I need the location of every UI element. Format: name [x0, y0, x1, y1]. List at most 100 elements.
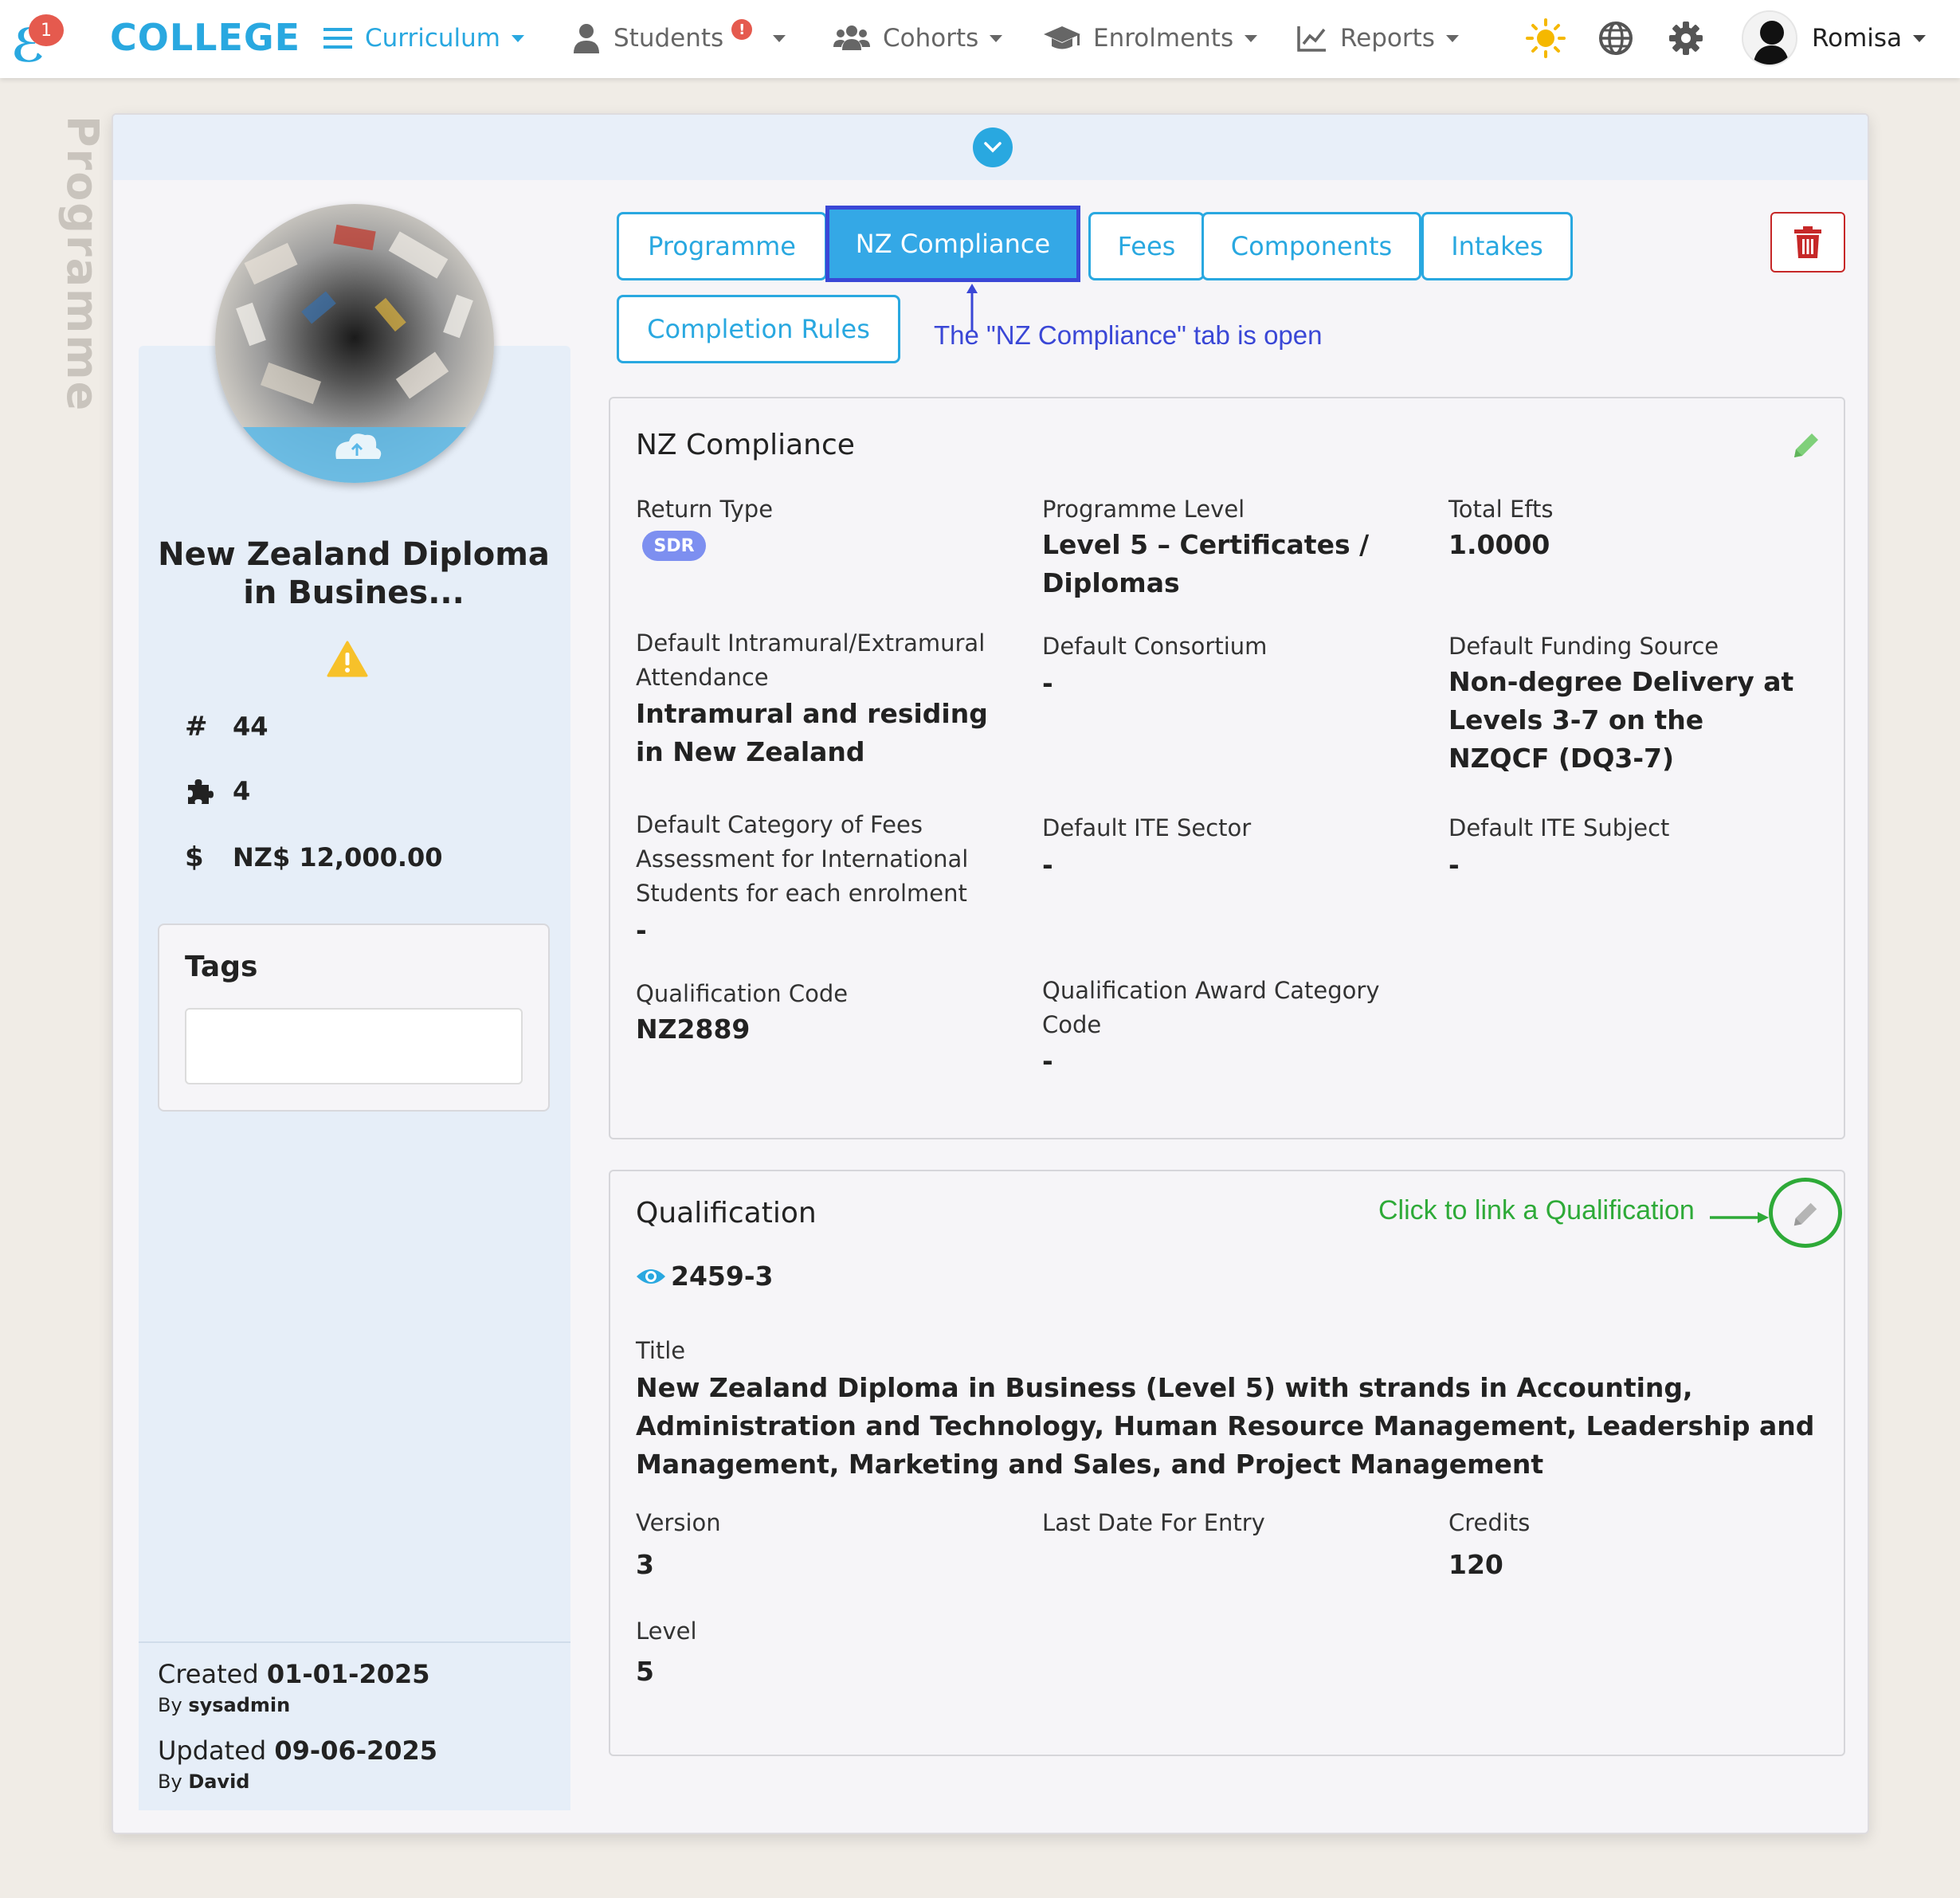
- top-navigation-bar: ℰ 1 COLLEGE Curriculum Students ! Cohort…: [0, 0, 1960, 78]
- nav-reports-label: Reports: [1340, 24, 1435, 53]
- tab-intakes[interactable]: Intakes: [1421, 212, 1573, 280]
- tab-fees[interactable]: Fees: [1088, 212, 1205, 280]
- dollar-icon: $: [185, 841, 204, 873]
- components-stat: 4: [185, 776, 250, 806]
- qualification-panel: Qualification 2459-3 Title New Zealand D…: [609, 1170, 1845, 1756]
- version-value: 3: [636, 1549, 654, 1580]
- nav-cohorts[interactable]: Cohorts: [833, 18, 1003, 59]
- user-icon: [572, 23, 601, 53]
- trash-icon: [1794, 226, 1821, 258]
- annotation-highlight-circle: [1769, 1178, 1842, 1248]
- avatar: [1742, 10, 1797, 66]
- puzzle-piece-icon: [185, 777, 217, 806]
- chevron-down-icon: [1445, 34, 1459, 42]
- fee-stat: $ NZ$ 12,000.00: [185, 841, 443, 873]
- consortium-label: Default Consortium: [1042, 633, 1268, 660]
- edit-pencil-icon[interactable]: [1791, 430, 1821, 464]
- chevron-down-icon: [1245, 34, 1258, 42]
- user-name: Romisa: [1812, 24, 1903, 53]
- award-category-value: -: [1042, 1045, 1053, 1076]
- tab-components[interactable]: Components: [1201, 212, 1421, 280]
- version-label: Version: [636, 1509, 721, 1536]
- ite-sector-value: -: [1042, 849, 1053, 880]
- menu-lines-icon: [323, 26, 352, 50]
- qualification-title-label: Title: [636, 1337, 686, 1364]
- updated-line: Updated 09-06-2025: [158, 1735, 438, 1766]
- ite-subject-value: -: [1448, 849, 1460, 880]
- delete-button[interactable]: [1770, 212, 1845, 273]
- nav-students[interactable]: Students !: [572, 18, 786, 59]
- qualification-code-value: NZ2889: [636, 1014, 751, 1045]
- components-value: 4: [233, 776, 251, 806]
- side-section-label: Programme: [57, 116, 108, 413]
- globe-icon[interactable]: [1595, 18, 1637, 59]
- qualification-code: 2459-3: [671, 1261, 774, 1292]
- annotation-link-qualification: Click to link a Qualification: [1378, 1195, 1695, 1225]
- qualification-full-title: New Zealand Diploma in Business (Level 5…: [636, 1372, 1815, 1480]
- funding-source-label: Default Funding Source: [1448, 633, 1719, 660]
- nav-cohorts-label: Cohorts: [883, 24, 979, 53]
- nz-compliance-title: NZ Compliance: [636, 429, 855, 461]
- eye-icon: [637, 1269, 665, 1284]
- fees-category-label: Default Category of Fees Assessment for …: [636, 811, 969, 907]
- notification-badge: 1: [29, 14, 64, 46]
- programme-id-stat: # 44: [185, 711, 269, 743]
- nav-curriculum-label: Curriculum: [365, 24, 501, 53]
- fees-category-value: -: [636, 915, 647, 946]
- programme-title: New Zealand Diploma in Busines...: [158, 536, 550, 611]
- user-menu[interactable]: Romisa: [1742, 10, 1927, 67]
- chevron-down-icon: [773, 34, 786, 42]
- annotation-arrow-right-icon: [1710, 1212, 1769, 1223]
- chart-line-icon: [1297, 25, 1327, 52]
- total-efts-label: Total Efts: [1448, 496, 1554, 523]
- tab-nz-compliance[interactable]: NZ Compliance: [825, 206, 1080, 282]
- theme-toggle-sun-icon[interactable]: [1525, 18, 1566, 59]
- nav-students-label: Students: [613, 24, 724, 53]
- total-efts-value: 1.0000: [1448, 529, 1550, 560]
- created-by-line: By sysadmin: [158, 1694, 291, 1716]
- credits-value: 120: [1448, 1549, 1503, 1580]
- gear-icon[interactable]: [1665, 18, 1707, 59]
- annotation-tab-open: The "NZ Compliance" tab is open: [934, 320, 1323, 350]
- nav-enrolments-label: Enrolments: [1093, 24, 1234, 53]
- nav-enrolments[interactable]: Enrolments: [1044, 18, 1258, 59]
- level-value: 5: [636, 1656, 654, 1687]
- attendance-label: Default Intramural/Extramural Attendance: [636, 629, 986, 691]
- nz-compliance-panel: NZ Compliance Return Type SDR Programme …: [609, 397, 1845, 1139]
- qualification-title: Qualification: [636, 1197, 817, 1229]
- brand-name[interactable]: COLLEGE: [110, 16, 300, 59]
- users-icon: [833, 25, 870, 52]
- ite-sector-label: Default ITE Sector: [1042, 814, 1252, 841]
- tab-completion-rules[interactable]: Completion Rules: [617, 295, 900, 363]
- updated-by-line: By David: [158, 1771, 250, 1793]
- programme-image[interactable]: [215, 204, 494, 483]
- consortium-value: -: [1042, 668, 1053, 699]
- qualification-code-label: Qualification Code: [636, 980, 849, 1007]
- award-category-label: Qualification Award Category Code: [1042, 977, 1380, 1038]
- chevron-down-icon: [1913, 34, 1927, 42]
- programme-level-label: Programme Level: [1042, 496, 1245, 523]
- chevron-down-icon: [990, 34, 1003, 42]
- warning-icon[interactable]: [327, 641, 368, 680]
- nav-reports[interactable]: Reports: [1297, 18, 1459, 59]
- programme-id-value: 44: [233, 712, 269, 742]
- tags-input[interactable]: [185, 1008, 523, 1084]
- graduation-cap-icon: [1044, 25, 1080, 52]
- tab-programme[interactable]: Programme: [617, 212, 827, 280]
- return-type-label: Return Type: [636, 496, 774, 523]
- fee-value: NZ$ 12,000.00: [233, 842, 443, 873]
- nav-curriculum[interactable]: Curriculum: [323, 18, 525, 59]
- qualification-code-row[interactable]: 2459-3: [636, 1261, 774, 1292]
- collapse-toggle-button[interactable]: [973, 127, 1013, 167]
- app-logo[interactable]: ℰ 1: [8, 11, 64, 69]
- attendance-value: Intramural and residing in New Zealand: [636, 698, 988, 767]
- programme-card: New Zealand Diploma in Busines... # 44 4…: [112, 113, 1869, 1834]
- return-type-badge: SDR: [642, 531, 706, 561]
- alert-icon: !: [731, 19, 753, 40]
- hash-icon: #: [185, 711, 208, 743]
- created-line: Created 01-01-2025: [158, 1659, 430, 1689]
- audit-info: Created 01-01-2025 By sysadmin Updated 0…: [139, 1641, 570, 1810]
- ite-subject-label: Default ITE Subject: [1448, 814, 1670, 841]
- credits-label: Credits: [1448, 1509, 1531, 1536]
- chevron-down-icon: [512, 34, 525, 42]
